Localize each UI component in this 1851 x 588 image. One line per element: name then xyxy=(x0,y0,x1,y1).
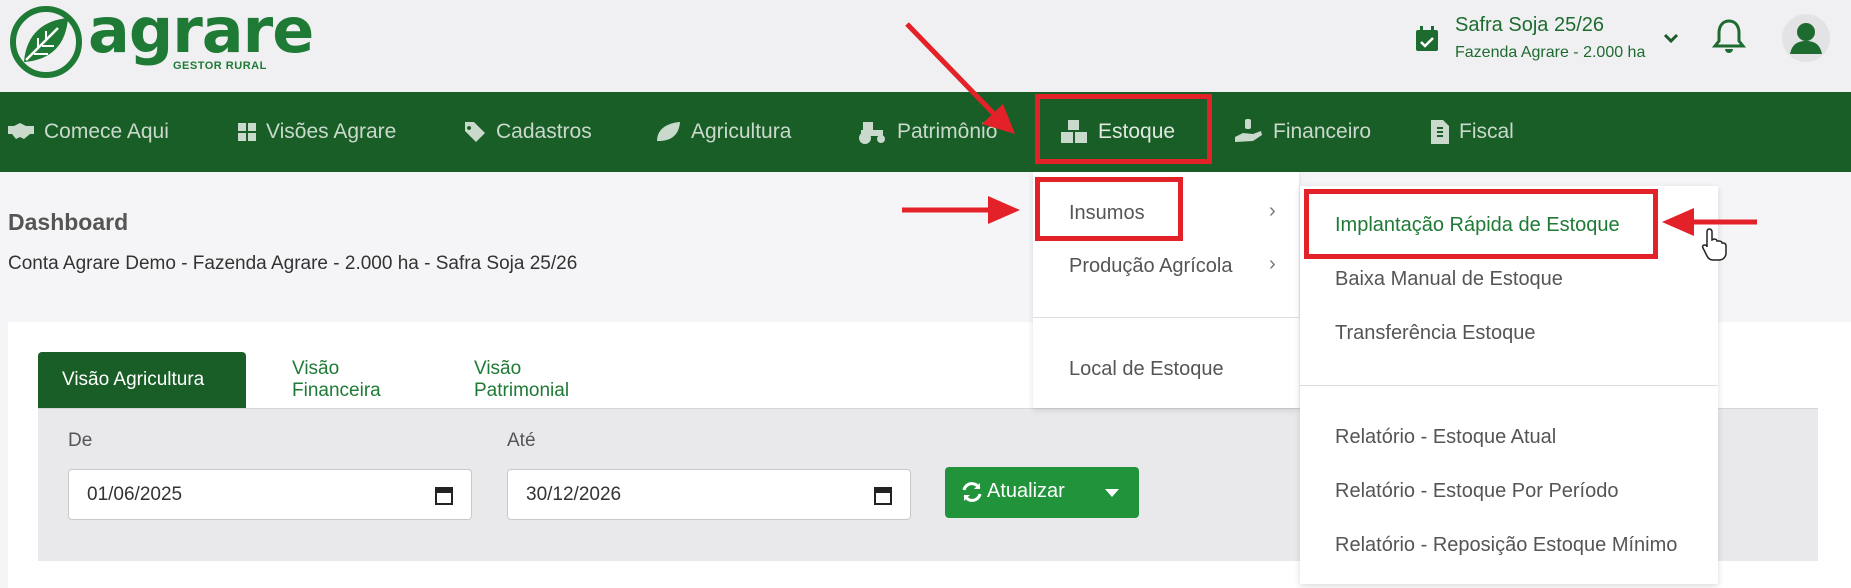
arrow-to-insumos xyxy=(902,196,1020,224)
hand-cursor-icon xyxy=(1701,228,1727,261)
annotation-arrows xyxy=(902,22,1757,261)
arrow-to-estoque xyxy=(905,22,1015,134)
